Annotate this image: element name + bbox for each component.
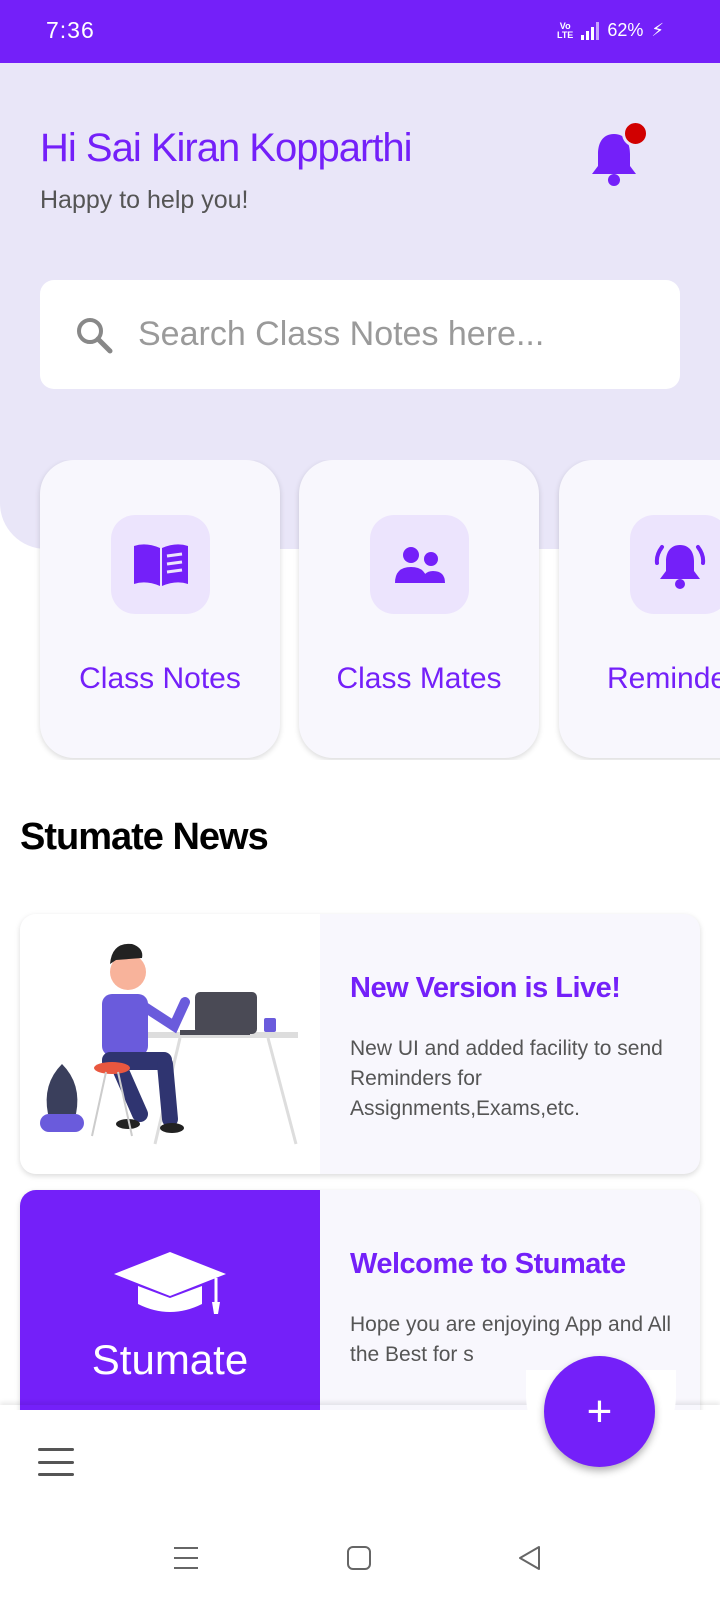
status-bar: 7:36 Vo LTE 62% ⚡ — [0, 0, 720, 63]
person-at-desk-illustration — [20, 914, 320, 1174]
back-icon[interactable] — [512, 1540, 548, 1576]
search-input[interactable]: Search Class Notes here... — [138, 315, 544, 354]
news-body: Hope you are enjoying App and All the Be… — [350, 1313, 672, 1366]
charging-icon: ⚡ — [651, 20, 664, 40]
users-icon — [370, 515, 469, 614]
notification-badge — [622, 120, 649, 147]
category-card-class-mates[interactable]: Class Mates — [299, 460, 539, 758]
search-bar[interactable]: Search Class Notes here... — [40, 280, 680, 389]
category-label: Class Mates — [336, 662, 502, 695]
stumate-brand-name: Stumate — [91, 1336, 249, 1383]
greeting-title: Hi Sai Kiran Kopparthi — [40, 126, 413, 170]
category-carousel[interactable]: Class Notes Class Mates Reminde — [0, 460, 720, 760]
signal-icon — [581, 21, 600, 40]
add-fab-button[interactable]: + — [544, 1356, 655, 1467]
hamburger-icon[interactable] — [38, 1448, 74, 1476]
status-indicators: Vo LTE 62% ⚡ — [557, 20, 664, 41]
book-icon — [111, 515, 210, 614]
news-section-title: Stumate News — [20, 816, 269, 858]
news-headline: Welcome to Stumate — [350, 1248, 626, 1280]
recents-icon[interactable] — [168, 1540, 204, 1576]
category-label: Reminde — [607, 662, 720, 695]
category-card-class-notes[interactable]: Class Notes — [40, 460, 280, 758]
news-body: New UI and added facility to send Remind… — [350, 1037, 663, 1120]
home-icon[interactable] — [341, 1540, 377, 1576]
news-headline: New Version is Live! — [350, 972, 621, 1004]
greeting-subtitle: Happy to help you! — [40, 186, 249, 214]
status-time: 7:36 — [46, 17, 95, 43]
graduation-cap-icon — [114, 1252, 226, 1314]
category-label: Class Notes — [79, 662, 241, 695]
volte-icon: Vo LTE — [556, 20, 574, 40]
search-icon — [77, 317, 113, 353]
news-card[interactable]: New Version is Live! New UI and added fa… — [20, 914, 700, 1174]
bell-ring-icon — [630, 515, 720, 614]
category-card-reminders[interactable]: Reminde — [559, 460, 720, 758]
battery-level: 62% — [607, 20, 644, 40]
